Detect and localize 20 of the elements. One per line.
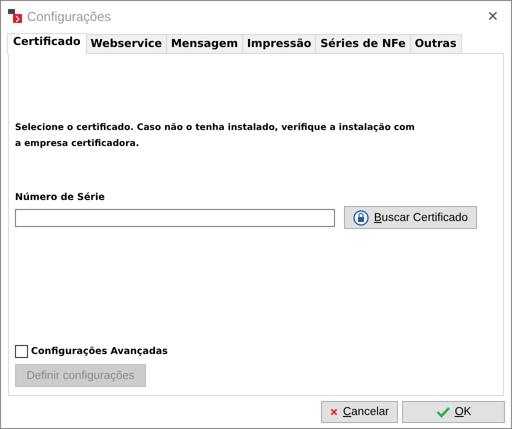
tab[interactable]: Certificado (7, 33, 87, 54)
close-button[interactable]: ✕ (481, 8, 505, 24)
tab[interactable]: Webservice (86, 34, 167, 53)
window-title: Configurações (27, 8, 111, 24)
serial-number-field[interactable] (15, 208, 335, 226)
checkmark-icon (436, 406, 450, 418)
checkbox[interactable] (15, 345, 28, 358)
tab[interactable]: Séries de NFe (315, 34, 411, 53)
tab[interactable]: Outras (410, 34, 462, 53)
tab[interactable]: Impressão (242, 34, 316, 53)
search-certificate-button[interactable]: Buscar Certificado (344, 206, 477, 229)
cross-icon (330, 406, 338, 418)
app-icon (7, 8, 23, 24)
checkbox-label: Configurações Avançadas (31, 346, 168, 357)
ok-button[interactable]: OK (402, 401, 505, 423)
cancel-button[interactable]: Cancelar (321, 401, 398, 423)
field-label: Número de Série (15, 192, 106, 203)
lock-icon (353, 210, 369, 226)
instructions-text: Selecione o certificado. Caso não o tenha instalado, verifique a instalação com a empresa certificadora. (15, 122, 415, 151)
tab[interactable]: Mensagem (166, 34, 243, 53)
